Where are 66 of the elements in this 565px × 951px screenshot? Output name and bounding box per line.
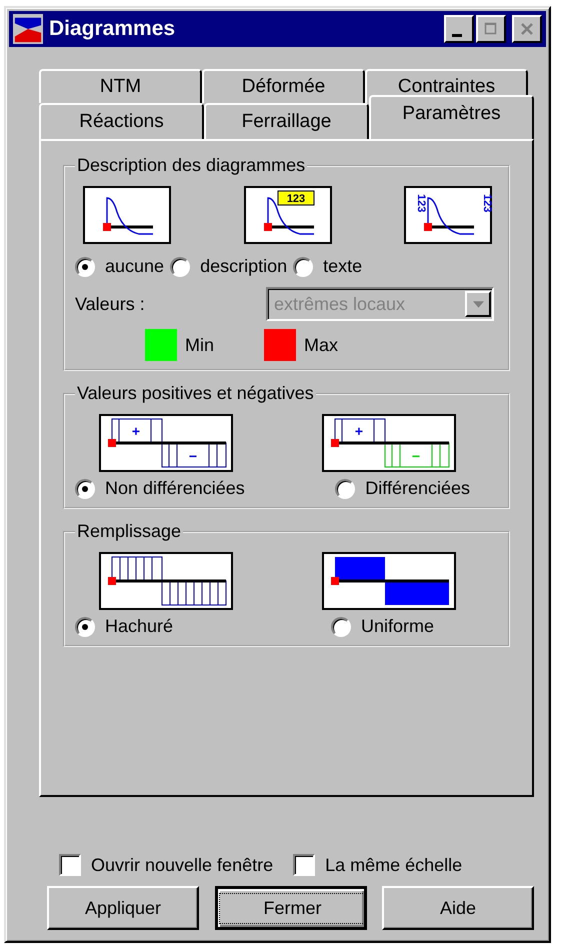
radio-button[interactable] xyxy=(170,256,190,276)
window-title: Diagrammes xyxy=(49,17,176,41)
radio-button[interactable] xyxy=(335,478,356,498)
preview-frame[interactable] xyxy=(99,414,233,472)
value-label: 123 xyxy=(286,193,305,205)
radio-option[interactable]: description xyxy=(170,256,288,277)
tab[interactable]: Réactions xyxy=(39,103,204,139)
radio-label: aucune xyxy=(105,256,164,277)
radio-label: Non différenciées xyxy=(105,478,245,499)
group-title: Valeurs positives et négatives xyxy=(76,383,315,404)
value-label: 123 xyxy=(415,194,427,212)
fill-preview-icon[interactable] xyxy=(322,552,456,610)
radio-button[interactable] xyxy=(75,616,95,636)
preview-frame[interactable] xyxy=(83,186,171,244)
plus-sign: + xyxy=(354,423,364,439)
radio-button[interactable] xyxy=(75,256,95,276)
dialog-button[interactable]: Fermer xyxy=(214,886,366,930)
preview-frame[interactable] xyxy=(404,186,492,244)
checkbox-option[interactable]: La même échelle xyxy=(293,854,462,876)
plus-sign: + xyxy=(132,423,140,439)
dialog-button[interactable]: Aide xyxy=(382,886,534,930)
preview-frame[interactable] xyxy=(322,414,456,472)
minus-sign: − xyxy=(412,448,420,464)
minus-sign: − xyxy=(188,448,198,464)
radio-option[interactable]: texte xyxy=(293,256,362,277)
radio-label: description xyxy=(200,256,288,277)
app-logo-icon xyxy=(13,14,43,44)
radio-option[interactable]: aucune xyxy=(75,256,164,277)
minimize-icon xyxy=(452,34,462,36)
group-title: Description des diagrammes xyxy=(76,155,306,176)
label-badge xyxy=(277,190,314,206)
curve-drawing xyxy=(424,197,474,235)
checkbox[interactable] xyxy=(293,854,316,876)
radio-label: Différenciées xyxy=(365,478,470,499)
radio-button[interactable] xyxy=(330,616,351,636)
group-title: Remplissage xyxy=(76,521,182,542)
radio-option[interactable]: Différenciées xyxy=(335,478,470,499)
close-button[interactable] xyxy=(512,15,542,43)
legend-label: Max xyxy=(304,334,338,356)
fill-preview-icon[interactable] xyxy=(99,552,233,610)
radio-label: texte xyxy=(323,256,362,277)
radio-label: Uniforme xyxy=(360,616,434,637)
tab[interactable]: NTM xyxy=(39,69,202,103)
maximize-button[interactable] xyxy=(476,15,506,43)
maximize-icon xyxy=(484,22,498,36)
radio-option[interactable]: Hachuré xyxy=(75,616,174,637)
dropdown-arrow-icon xyxy=(472,300,484,308)
checkbox-option[interactable]: Ouvrir nouvelle fenêtre xyxy=(59,854,274,876)
radio-label: Hachuré xyxy=(105,616,174,637)
checkbox[interactable] xyxy=(59,854,81,876)
radio-option[interactable]: Uniforme xyxy=(330,616,434,637)
radio-option[interactable]: Non différenciées xyxy=(75,478,245,499)
checkbox-label: La même échelle xyxy=(325,854,462,876)
checkbox-label: Ouvrir nouvelle fenêtre xyxy=(91,854,274,876)
legend-label: Min xyxy=(185,334,214,356)
curve-drawing xyxy=(103,197,153,235)
radio-button[interactable] xyxy=(293,256,314,276)
value-label: 123 xyxy=(481,194,492,212)
dialog-button[interactable]: Appliquer xyxy=(47,886,199,930)
values-label: Valeurs : xyxy=(75,294,145,314)
close-icon xyxy=(520,22,534,36)
tab[interactable]: Ferraillage xyxy=(204,103,369,139)
minimize-button[interactable] xyxy=(444,15,474,43)
tab[interactable]: Déformée xyxy=(202,69,365,103)
radio-button[interactable] xyxy=(75,478,95,498)
tab[interactable]: Paramètres xyxy=(369,95,534,139)
